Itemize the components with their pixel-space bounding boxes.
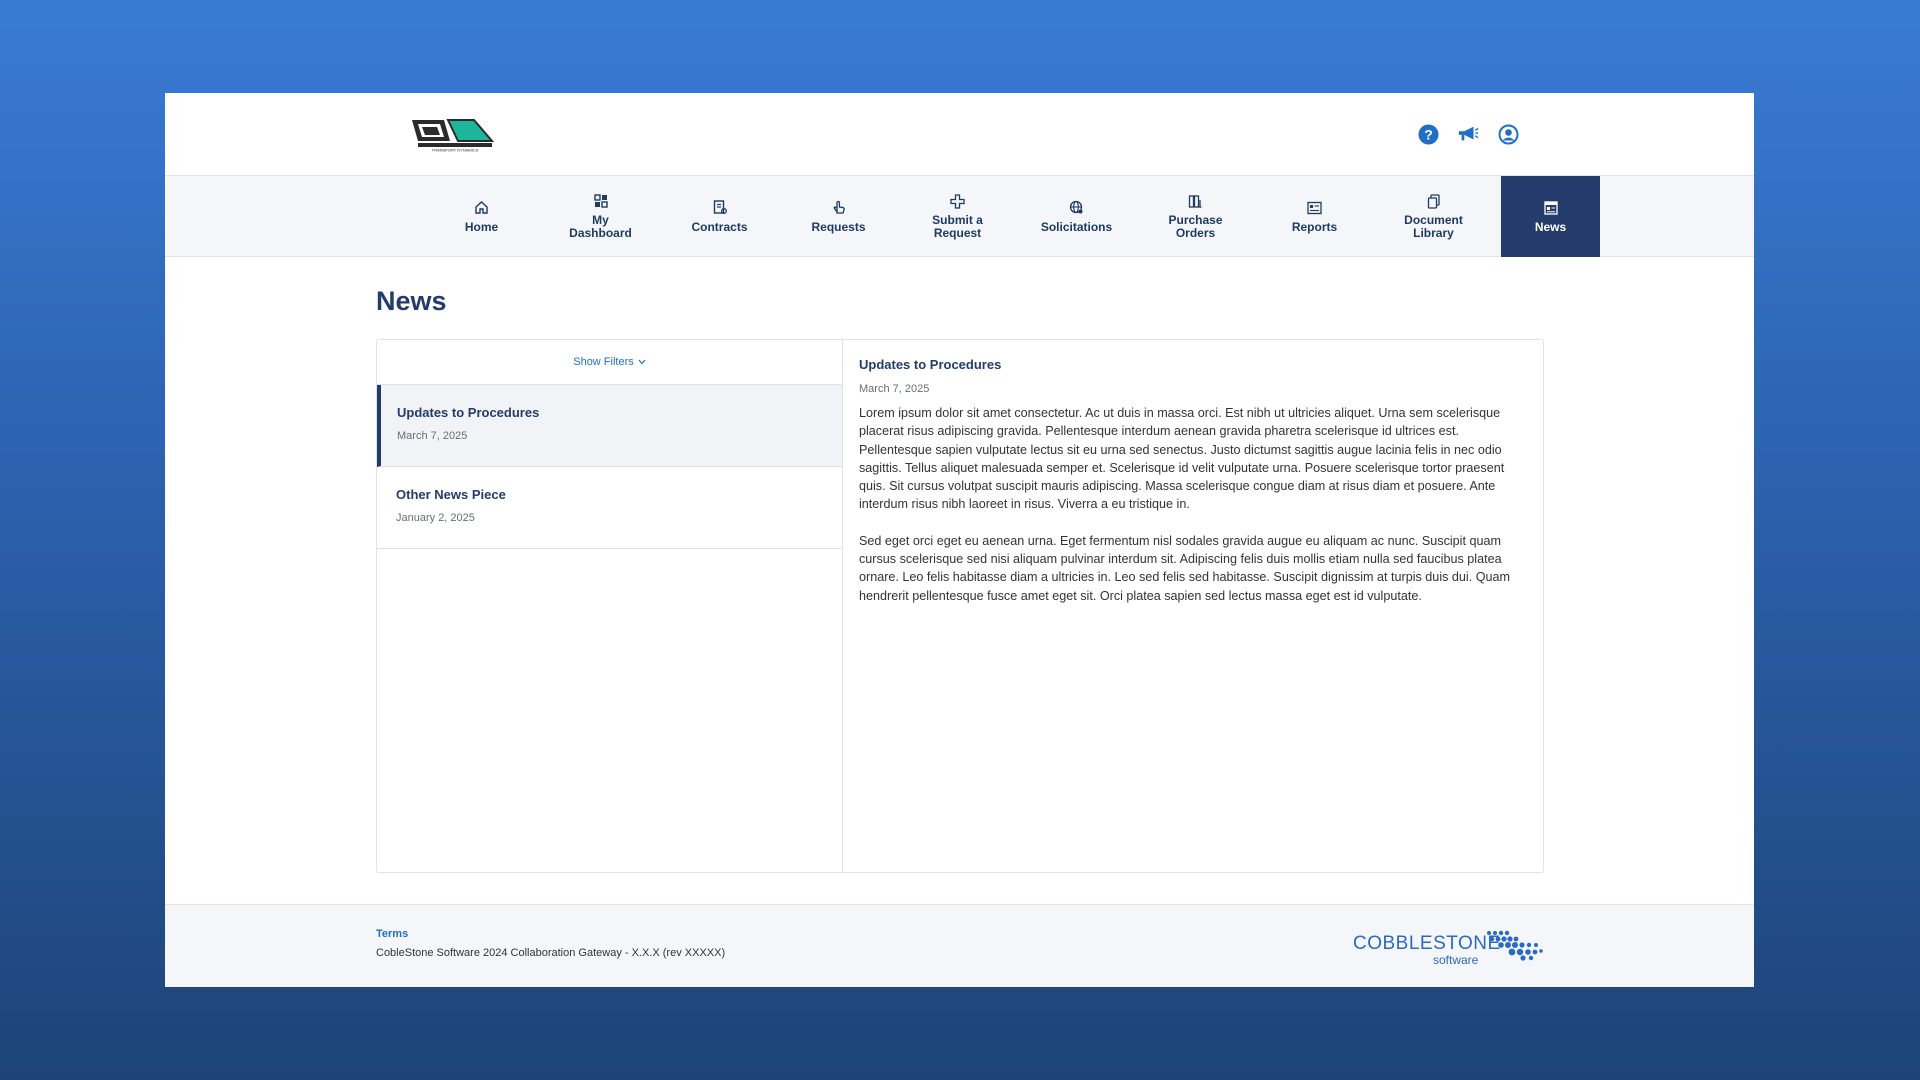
- nav-document-library[interactable]: Document Library: [1374, 176, 1493, 257]
- nav-requests[interactable]: Requests: [779, 176, 898, 257]
- news-list-item[interactable]: Updates to Procedures March 7, 2025: [377, 385, 842, 467]
- nav-reports[interactable]: Reports: [1255, 176, 1374, 257]
- help-icon[interactable]: ?: [1417, 123, 1439, 145]
- nav-contracts[interactable]: Contracts: [660, 176, 779, 257]
- megaphone-icon[interactable]: [1457, 123, 1479, 145]
- company-logo[interactable]: TRANSPORT DYNAMICS: [410, 117, 496, 153]
- nav-label: News: [1534, 219, 1567, 234]
- nav-label: Reports: [1291, 219, 1338, 234]
- nav-news[interactable]: News: [1501, 176, 1600, 257]
- nav-label: Home: [464, 219, 499, 234]
- article-date: March 7, 2025: [859, 383, 930, 395]
- purchase-orders-icon: [1188, 193, 1204, 209]
- nav-label: Purchase Orders: [1168, 213, 1223, 240]
- article-pane: Updates to Procedures March 7, 2025 Lore…: [843, 340, 1543, 872]
- nav-submit-a-request[interactable]: Submit a Request: [898, 176, 1017, 257]
- footer: Terms CobleStone Software 2024 Collabora…: [165, 904, 1754, 987]
- news-item-title: Updates to Procedures: [397, 405, 540, 420]
- nav-label: Requests: [811, 219, 866, 234]
- globe-icon: [1069, 200, 1085, 216]
- nav-label: Document Library: [1404, 213, 1463, 240]
- home-icon: [474, 200, 490, 216]
- article-body: Lorem ipsum dolor sit amet consectetur. …: [859, 404, 1527, 605]
- document-icon: [1426, 193, 1442, 209]
- dashboard-icon: [593, 193, 609, 209]
- article-title: Updates to Procedures: [859, 357, 1002, 372]
- nav-purchase-orders[interactable]: Purchase Orders: [1136, 176, 1255, 257]
- news-panel: Show Filters Updates to Procedures March…: [376, 339, 1544, 873]
- news-item-date: March 7, 2025: [397, 430, 468, 442]
- news-item-date: January 2, 2025: [396, 512, 475, 524]
- header-icons: ?: [1417, 123, 1519, 145]
- top-header: TRANSPORT DYNAMICS ?: [165, 93, 1754, 176]
- app-window: TRANSPORT DYNAMICS ? Home My Dashboard C…: [165, 93, 1754, 987]
- show-filters-label: Show Filters: [573, 356, 634, 368]
- nav-home[interactable]: Home: [422, 176, 541, 257]
- main-nav: Home My Dashboard Contracts Requests Sub…: [165, 176, 1754, 257]
- nav-label: Contracts: [691, 219, 748, 234]
- brand-sub: software: [1433, 953, 1479, 967]
- dots-icon: [1487, 930, 1543, 961]
- page-title: News: [376, 286, 447, 316]
- news-icon: [1543, 200, 1559, 216]
- main-content: News Show Filters Updates to Procedures …: [376, 257, 1544, 873]
- show-filters-button[interactable]: Show Filters: [377, 340, 842, 385]
- chevron-down-icon: [638, 356, 646, 368]
- nav-label: Solicitations: [1040, 219, 1113, 234]
- terms-link[interactable]: Terms: [376, 928, 408, 940]
- news-list-pane: Show Filters Updates to Procedures March…: [377, 340, 843, 872]
- svg-text:TRANSPORT DYNAMICS: TRANSPORT DYNAMICS: [432, 148, 479, 153]
- news-list-item[interactable]: Other News Piece January 2, 2025: [377, 467, 842, 549]
- contracts-icon: [712, 200, 728, 216]
- article-paragraph: Lorem ipsum dolor sit amet consectetur. …: [859, 406, 1505, 512]
- copyright-text: CobleStone Software 2024 Collaboration G…: [376, 947, 726, 959]
- article-paragraph: Sed eget orci eget eu aenean urna. Eget …: [859, 533, 1511, 603]
- nav-label: My Dashboard: [569, 213, 632, 240]
- nav-my-dashboard[interactable]: My Dashboard: [541, 176, 660, 257]
- hand-pointer-icon: [831, 200, 847, 216]
- reports-icon: [1307, 200, 1323, 216]
- news-item-title: Other News Piece: [396, 487, 506, 502]
- brand-name: COBBLESTONE: [1353, 933, 1501, 954]
- nav-label: Submit a Request: [932, 213, 983, 240]
- cobblestone-logo: COBBLESTONE software: [1353, 927, 1543, 967]
- svg-text:?: ?: [1424, 126, 1433, 142]
- plus-icon: [950, 193, 966, 209]
- user-icon[interactable]: [1497, 123, 1519, 145]
- nav-solicitations[interactable]: Solicitations: [1017, 176, 1136, 257]
